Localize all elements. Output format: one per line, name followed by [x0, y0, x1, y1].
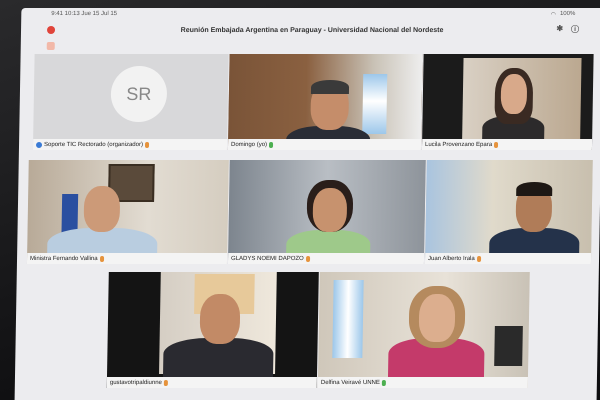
- participant-name: Domingo (yo): [230, 141, 268, 148]
- participant-tile[interactable]: Lucila Provenzano Epara: [421, 54, 594, 150]
- participant-tile[interactable]: Ministra Fernando Vallina: [26, 160, 229, 264]
- organizer-icon: [35, 141, 43, 148]
- mic-muted-icon: [99, 255, 104, 262]
- participant-name: Delfina Veiravé UNNE: [320, 379, 380, 386]
- participant-tile[interactable]: gustavotripaldiunne: [106, 272, 319, 388]
- participant-tile[interactable]: Delfina Veiravé UNNE: [317, 272, 530, 388]
- title-bar: Reunión Embajada Argentina en Paraguay -…: [21, 20, 600, 40]
- chair: [494, 326, 523, 366]
- participant-tile[interactable]: Domingo (yo): [227, 54, 423, 150]
- participant-name-bar: GLADYS NOEMI DAPOZO: [227, 253, 425, 264]
- reaction-icon[interactable]: [46, 42, 55, 50]
- participant-tile[interactable]: GLADYS NOEMI DAPOZO: [227, 160, 426, 264]
- participant-name-bar: gustavotripaldiunne: [106, 377, 317, 388]
- person: [162, 338, 274, 378]
- participant-name-bar: Domingo (yo): [227, 139, 422, 150]
- wifi-icon: ◠: [550, 11, 557, 18]
- participant-name: Juan Alberto Irala: [427, 255, 475, 262]
- participant-name-bar: Juan Alberto Irala: [424, 253, 592, 264]
- mic-muted-icon: [305, 255, 310, 262]
- device-frame: 9:41 10:13 Jue 15 Jul 15 ◠ 100% Reunión …: [0, 0, 600, 400]
- mic-muted-icon: [476, 255, 481, 262]
- flag: [362, 74, 388, 134]
- meeting-title: Reunión Embajada Argentina en Paraguay -…: [180, 26, 444, 34]
- participant-name: Ministra Fernando Vallina: [29, 255, 98, 262]
- participant-name-bar: Lucila Provenzano Epara: [421, 139, 593, 150]
- participant-name-bar: Delfina Veiravé UNNE: [317, 377, 528, 388]
- status-time: 9:41 10:13 Jue 15 Jul 15: [51, 11, 118, 17]
- person-hair: [310, 80, 350, 94]
- avatar: SR: [110, 66, 168, 122]
- mic-icon: [381, 379, 386, 386]
- participant-tile[interactable]: SR Soporte TIC Rectorado (organizador): [32, 54, 229, 150]
- participant-name: GLADYS NOEMI DAPOZO: [230, 255, 304, 262]
- participant-name: gustavotripaldiunne: [109, 379, 162, 386]
- participant-name-bar: Ministra Fernando Vallina: [26, 253, 228, 264]
- person-head: [199, 294, 241, 344]
- status-bar: 9:41 10:13 Jue 15 Jul 15 ◠ 100%: [21, 8, 600, 20]
- person-face: [500, 74, 528, 114]
- mic-icon: [269, 141, 274, 148]
- participant-tile[interactable]: Juan Alberto Irala: [424, 160, 593, 264]
- mic-muted-icon: [163, 379, 168, 386]
- participant-name: Lucila Provenzano Epara: [424, 141, 493, 148]
- battery-level: 100%: [559, 11, 576, 17]
- bluetooth-icon[interactable]: ✱: [556, 24, 563, 33]
- info-icon[interactable]: ⓘ: [571, 24, 579, 35]
- flag: [332, 280, 364, 358]
- person-head: [312, 188, 348, 232]
- person-head: [418, 294, 456, 342]
- participant-name-bar: Soporte TIC Rectorado (organizador): [32, 139, 228, 150]
- participant-name: Soporte TIC Rectorado (organizador): [43, 141, 144, 148]
- leave-call-icon[interactable]: [46, 26, 56, 34]
- meeting-window: 9:41 10:13 Jue 15 Jul 15 ◠ 100% Reunión …: [14, 8, 600, 400]
- mic-muted-icon: [144, 141, 150, 148]
- person-hair: [516, 182, 553, 196]
- mic-muted-icon: [494, 141, 499, 148]
- person-head: [83, 186, 121, 232]
